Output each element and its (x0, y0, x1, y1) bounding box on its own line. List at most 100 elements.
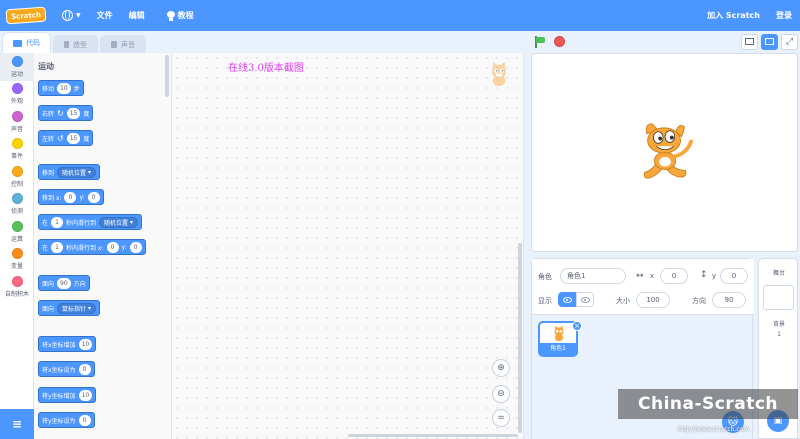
speaker-icon (111, 41, 117, 48)
category-operators[interactable]: 运算 (0, 218, 34, 246)
cat-sprite[interactable] (637, 122, 695, 186)
block-input[interactable]: 0 (78, 363, 91, 375)
category-variables[interactable]: 变量 (0, 246, 34, 274)
block-input[interactable]: 0 (64, 191, 77, 203)
scratch-logo[interactable]: Scratch (5, 6, 47, 25)
block-text: 步 (73, 85, 80, 93)
block-goto[interactable]: 移到 随机位置 ▾ (38, 164, 100, 180)
block-turn-right[interactable]: 右转 ↻ 15 度 (38, 105, 94, 121)
palette-scrollbar[interactable] (165, 55, 169, 97)
zoom-out-button[interactable]: ⊖ (492, 385, 510, 403)
block-set-y[interactable]: 将y坐标设为 0 (38, 412, 95, 428)
block-dropdown[interactable]: 鼠标指针 ▾ (57, 302, 96, 314)
stage[interactable] (531, 53, 798, 252)
add-extension-button[interactable]: ≡ (0, 409, 34, 439)
file-menu[interactable]: 文件 (89, 0, 121, 31)
x-input[interactable]: 0 (660, 268, 688, 284)
language-menu[interactable]: ▼ (54, 0, 89, 31)
category-menu: 运动 外观 声音 事件 控制 侦测 运算 变量 自制积木 ≡ (0, 53, 34, 439)
category-label: 控制 (10, 180, 23, 188)
x-label: x (650, 272, 655, 280)
fullscreen-button[interactable]: ⤢ (781, 33, 798, 50)
show-hidden-button[interactable] (576, 292, 594, 307)
block-input[interactable]: 1 (51, 241, 64, 253)
stage-header: ⤢ (530, 31, 800, 52)
block-change-y[interactable]: 将y坐标增加 10 (38, 387, 97, 403)
category-label: 变量 (10, 263, 23, 271)
category-label: 运算 (10, 235, 23, 243)
tab-code-label: 代码 (26, 39, 40, 47)
category-sound[interactable]: 声音 (0, 108, 34, 136)
small-stage-button[interactable] (741, 33, 758, 50)
block-input[interactable]: 1 (51, 216, 64, 228)
sprite-name-input[interactable]: 角色1 (560, 268, 626, 284)
block-set-x[interactable]: 将x坐标设为 0 (38, 361, 95, 377)
block-input[interactable]: 0 (129, 241, 142, 253)
block-input[interactable]: 15 (66, 107, 81, 119)
motion-dot-icon (11, 55, 23, 67)
block-move-steps[interactable]: 移动 10 步 (38, 80, 84, 96)
block-input[interactable]: 0 (78, 414, 91, 426)
block-text: 秒内滑行到 (66, 219, 97, 227)
block-change-x[interactable]: 将x坐标增加 10 (38, 336, 97, 352)
size-input[interactable]: 100 (636, 292, 670, 308)
script-area[interactable]: 在线3.0版本截图 ⊕ ⊖ = (172, 53, 524, 439)
block-input[interactable]: 0 (106, 241, 119, 253)
script-horizontal-scrollbar[interactable] (348, 434, 518, 437)
category-events[interactable]: 事件 (0, 136, 34, 164)
category-my-blocks[interactable]: 自制积木 (0, 273, 34, 301)
block-point-towards[interactable]: 面向 鼠标指针 ▾ (38, 300, 100, 316)
block-input[interactable]: 15 (66, 132, 81, 144)
direction-label: 方向 (692, 297, 706, 305)
block-dropdown[interactable]: 随机位置 ▾ (99, 216, 138, 228)
fullscreen-icon: ⤢ (785, 36, 794, 47)
stage-thumbnail[interactable] (763, 285, 794, 310)
tutorials-menu[interactable]: 教程 (159, 0, 202, 31)
delete-sprite-button[interactable]: × (572, 321, 582, 331)
sign-in-button[interactable]: 登录 (768, 0, 800, 31)
rotate-left-icon: ↺ (57, 133, 64, 143)
block-glide-xy[interactable]: 在 1 秒内滑行到 x: 0 y: 0 (38, 239, 146, 255)
script-vertical-scrollbar[interactable] (518, 243, 522, 433)
block-point-direction[interactable]: 面向 90 方向 (38, 275, 90, 291)
category-motion[interactable]: 运动 (0, 53, 34, 81)
sensing-dot-icon (11, 193, 23, 205)
block-input[interactable]: 0 (87, 191, 100, 203)
editor-tabs: 代码 造型 声音 (0, 31, 148, 53)
stop-icon[interactable] (554, 36, 565, 47)
block-text: 秒内滑行到 x: (66, 244, 104, 252)
rotate-right-icon: ↻ (57, 108, 64, 118)
block-dropdown[interactable]: 随机位置 ▾ (57, 166, 96, 178)
green-flag-icon[interactable] (534, 35, 546, 48)
block-input[interactable]: 90 (57, 277, 71, 289)
zoom-in-button[interactable]: ⊕ (492, 359, 510, 377)
category-looks[interactable]: 外观 (0, 81, 34, 109)
category-sensing[interactable]: 侦测 (0, 191, 34, 219)
block-input[interactable]: 10 (57, 82, 71, 94)
edit-menu[interactable]: 编辑 (121, 0, 153, 31)
normal-stage-button[interactable] (761, 33, 778, 50)
category-control[interactable]: 控制 (0, 163, 34, 191)
tab-code[interactable]: 代码 (2, 32, 51, 53)
show-visible-button[interactable] (558, 292, 576, 307)
block-glide-to[interactable]: 在 1 秒内滑行到 随机位置 ▾ (38, 214, 142, 230)
zoom-reset-button[interactable]: = (492, 409, 510, 427)
sprite-tile-name: 角色1 (540, 343, 576, 355)
block-input[interactable]: 10 (78, 389, 93, 401)
eye-icon (562, 296, 572, 303)
globe-icon (62, 10, 73, 21)
join-scratch-button[interactable]: 加入 Scratch (699, 0, 768, 31)
dropdown-value: 随机位置 (104, 219, 129, 227)
direction-input[interactable]: 90 (712, 292, 746, 308)
tab-costumes[interactable]: 造型 (53, 35, 98, 53)
block-text: 面向 (42, 280, 55, 288)
block-goto-xy[interactable]: 移到 x: 0 y: 0 (38, 189, 104, 205)
tab-sounds[interactable]: 声音 (100, 35, 146, 53)
small-stage-icon (745, 38, 754, 45)
block-text: 左转 (42, 135, 55, 143)
y-input[interactable]: 0 (720, 268, 748, 284)
block-text: 移到 x: (42, 194, 62, 202)
zoom-reset-icon: = (497, 413, 505, 423)
block-input[interactable]: 10 (78, 338, 93, 350)
block-turn-left[interactable]: 左转 ↺ 15 度 (38, 130, 94, 146)
